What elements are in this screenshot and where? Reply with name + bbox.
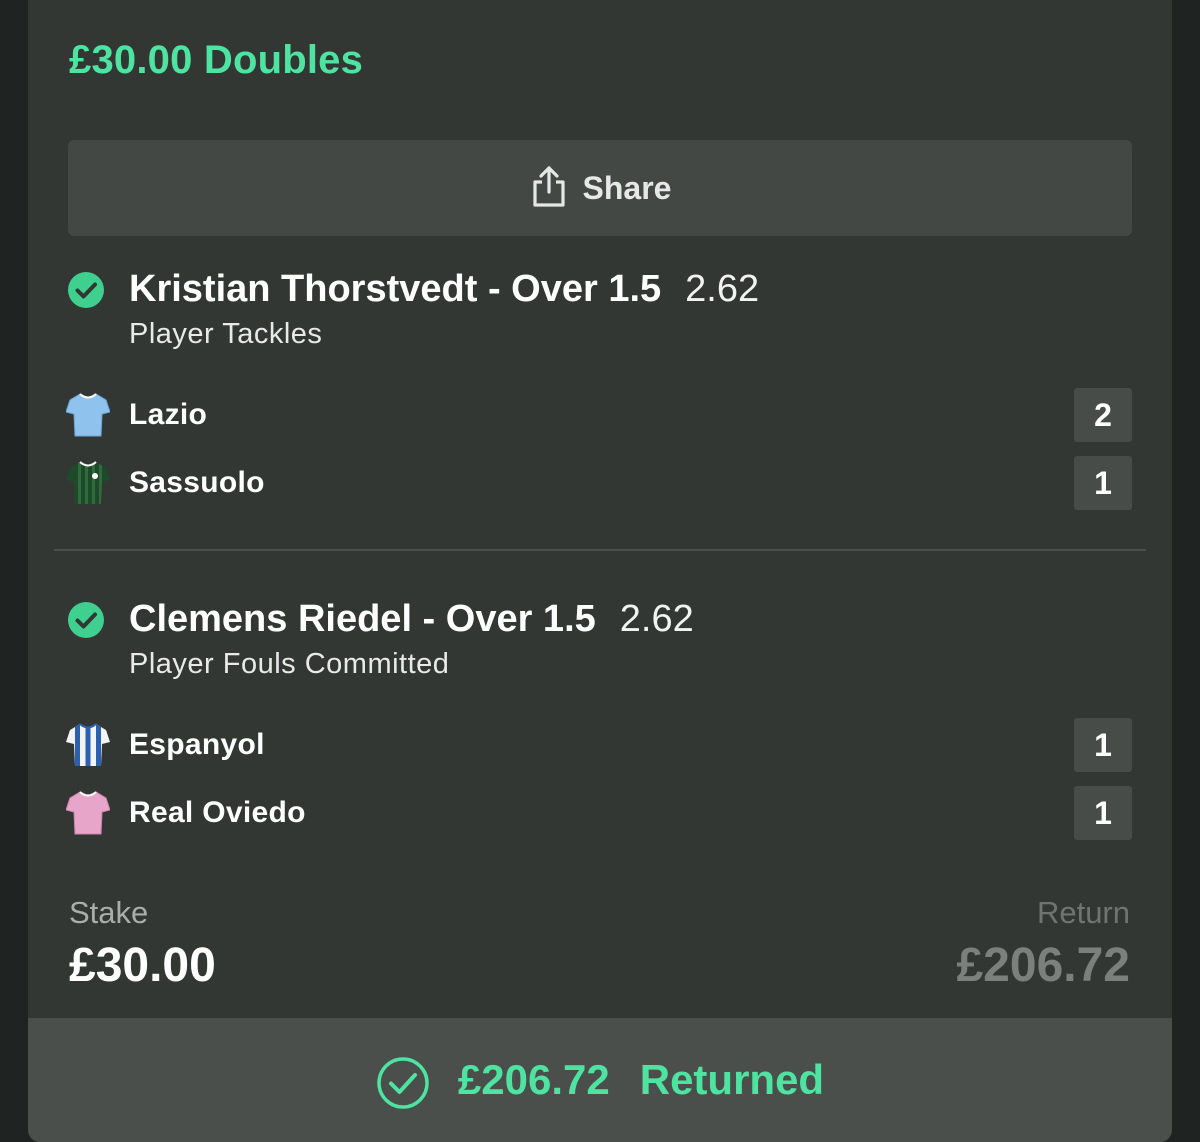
team-stat: 2 [1074,388,1132,442]
team-name: Sassuolo [129,466,265,499]
selection-name: Kristian Thorstvedt - Over 1.5 [129,268,662,310]
team-stat: 1 [1074,456,1132,510]
selection-odds: 2.62 [619,598,694,640]
team-row: Real Oviedo 1 [28,786,1172,840]
selection-name: Clemens Riedel - Over 1.5 [129,598,596,640]
returned-banner: £206.72 Returned [28,1018,1172,1142]
check-circle-icon [377,1057,429,1109]
won-check-icon [68,272,104,308]
light-blue-shirt-icon [66,393,110,437]
team-row: Espanyol 1 [28,718,1172,772]
return-value: £206.72 [956,939,1130,992]
share-icon [532,166,565,207]
share-label: Share [582,169,672,206]
green-striped-shirt-icon [66,461,110,504]
team-stat: 1 [1074,786,1132,840]
pink-shirt-icon [66,791,110,835]
leg-header: Kristian Thorstvedt - Over 1.5 2.62 [129,268,759,311]
bet-card: £30.00 Doubles Share Kristian Thorstvedt… [28,0,1172,1142]
return-label: Return [1036,895,1130,930]
team-stat: 1 [1074,718,1132,772]
team-name: Lazio [129,398,208,431]
blue-white-striped-shirt-icon [66,723,110,766]
team-name: Real Oviedo [129,796,306,829]
stake-label: Stake [69,895,149,930]
team-row: Sassuolo 1 [28,456,1172,510]
selection-odds: 2.62 [685,268,760,310]
leg-header: Clemens Riedel - Over 1.5 2.62 [129,598,694,641]
team-name: Espanyol [129,728,265,761]
bet-title: £30.00 Doubles [69,38,364,82]
returned-status: Returned [639,1056,825,1103]
returned-amount: £206.72 [457,1056,610,1103]
stake-value: £30.00 [69,939,216,992]
won-check-icon [68,602,104,638]
leg-divider [54,549,1146,551]
share-button[interactable]: Share [68,140,1132,236]
team-row: Lazio 2 [28,388,1172,442]
market-name: Player Tackles [129,318,323,350]
market-name: Player Fouls Committed [129,648,450,680]
